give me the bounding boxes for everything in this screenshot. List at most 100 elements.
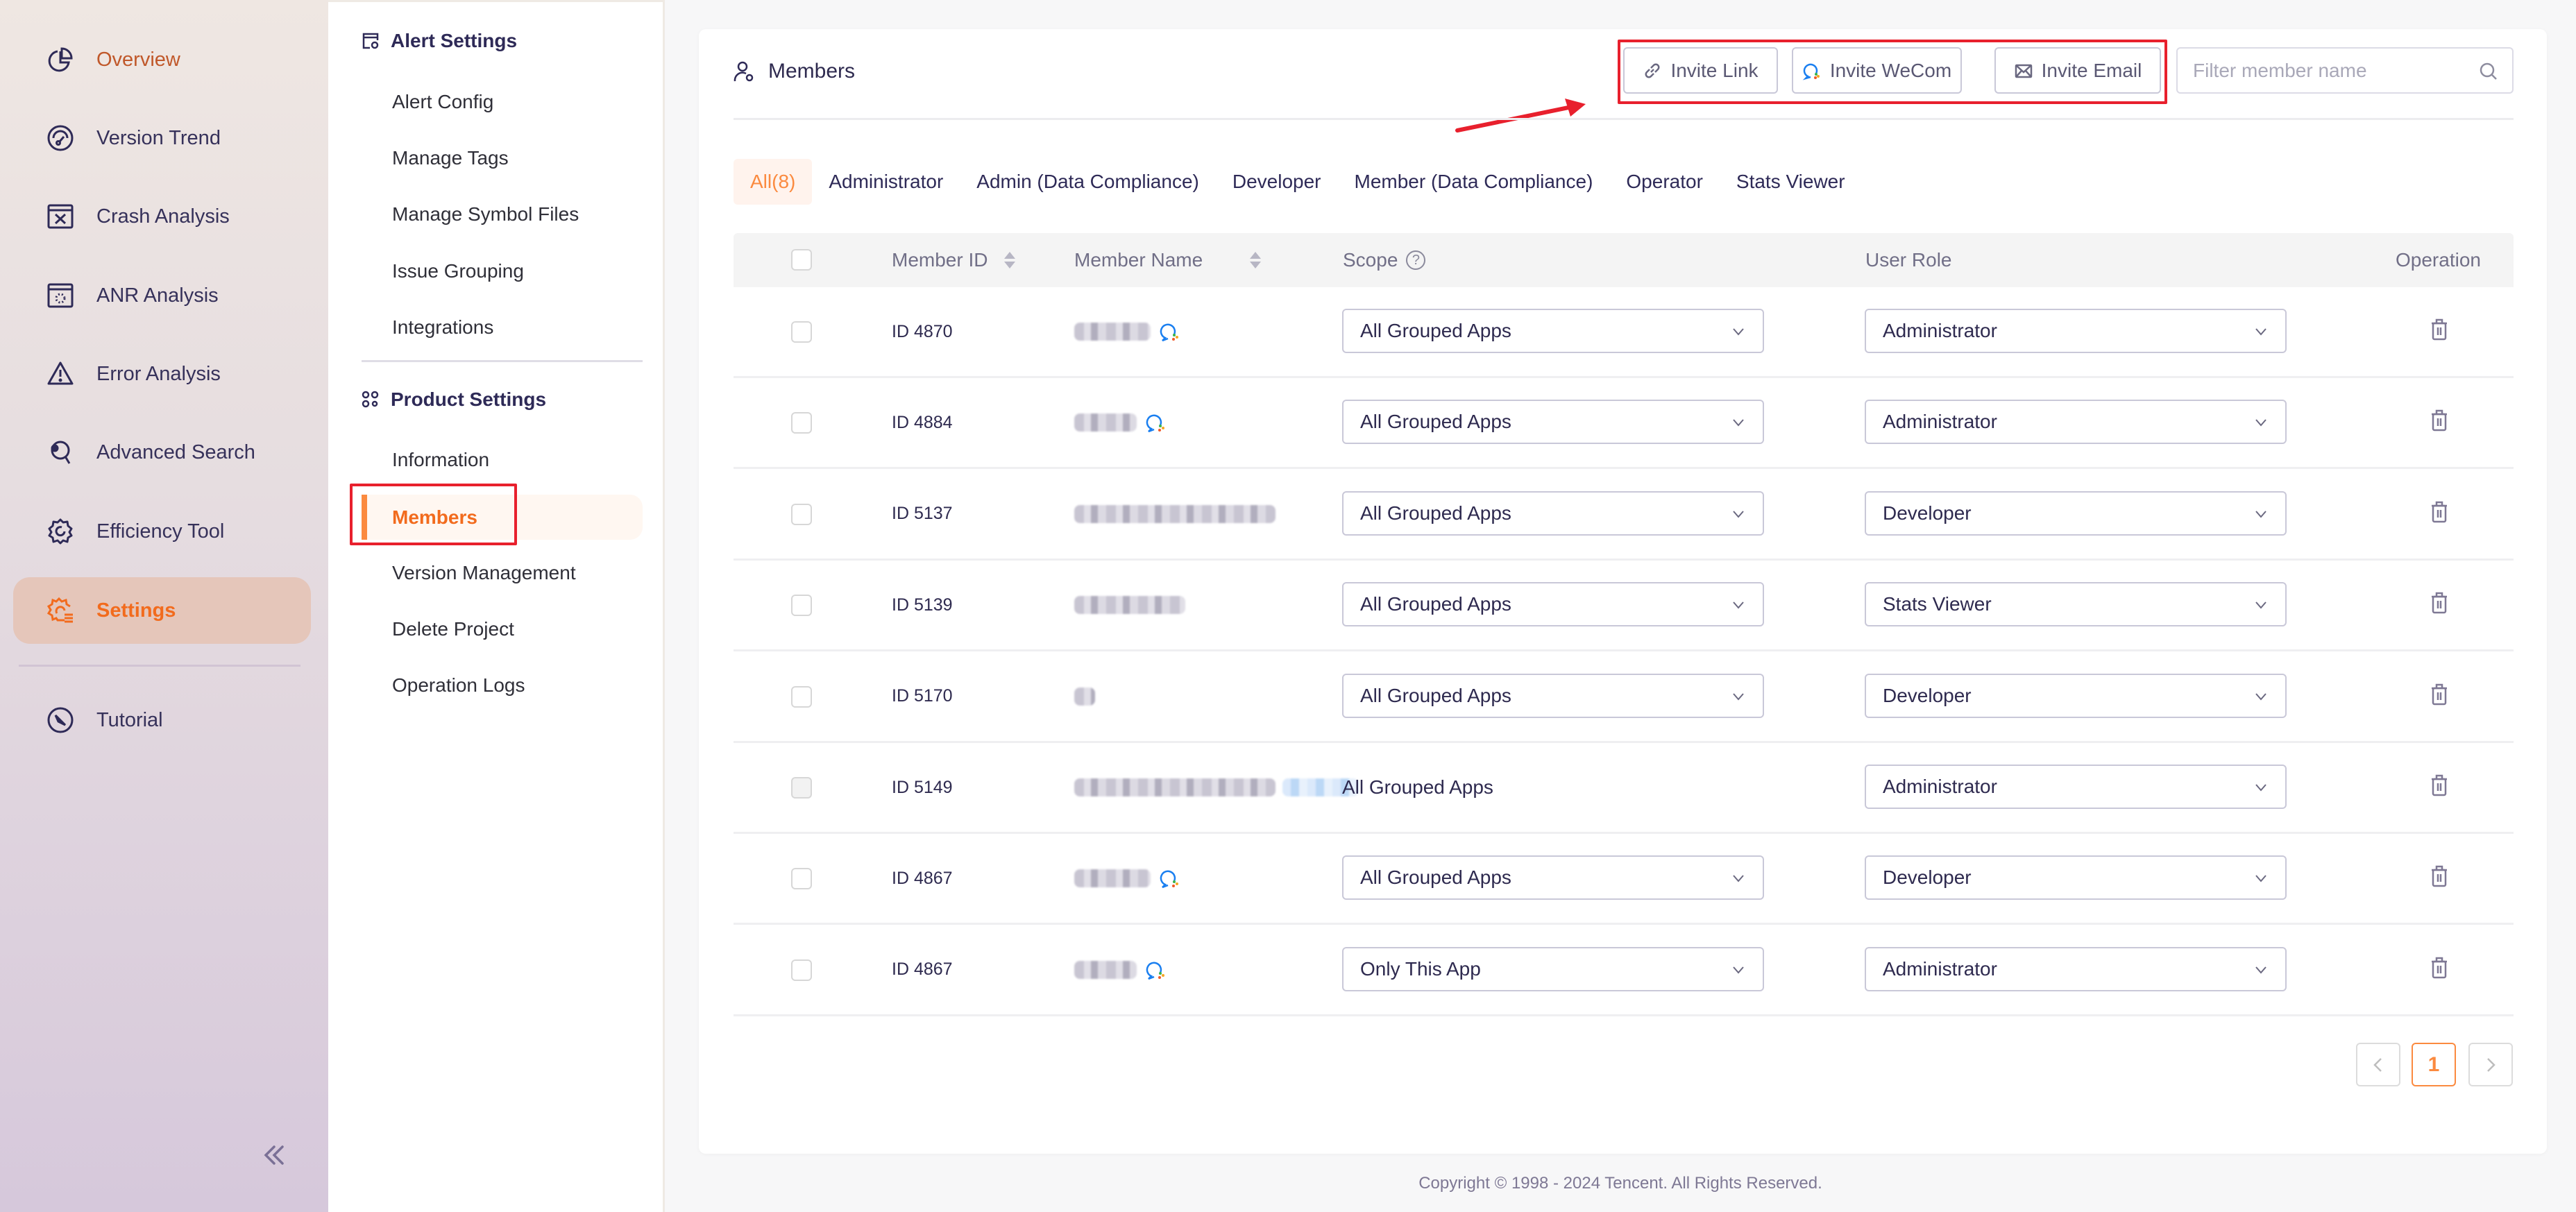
table-header: Member ID Member Name Scope ? User Role …: [734, 233, 2514, 287]
page-button-1[interactable]: 1: [2412, 1043, 2456, 1086]
role-value: Stats Viewer: [1883, 593, 1992, 615]
nav-item-overview[interactable]: Overview: [13, 26, 311, 93]
invite-wecom-button[interactable]: Invite WeCom: [1792, 47, 1962, 94]
subnav-item-manage-tags[interactable]: Manage Tags: [362, 135, 643, 180]
scope-select[interactable]: All Grouped Apps: [1342, 582, 1764, 627]
subnav-item-alert-config[interactable]: Alert Config: [362, 79, 643, 124]
member-name: [1074, 925, 1166, 1014]
nav-item-version-trend[interactable]: Version Trend: [13, 105, 311, 171]
tab-admin-data-compliance[interactable]: Admin (Data Compliance): [960, 159, 1216, 205]
scope-select[interactable]: All Grouped Apps: [1342, 673, 1764, 718]
collapse-sidebar-button[interactable]: [260, 1141, 288, 1169]
subnav-item-version-management[interactable]: Version Management: [362, 550, 643, 595]
tab-developer[interactable]: Developer: [1216, 159, 1338, 205]
invite-link-button[interactable]: Invite Link: [1623, 47, 1778, 94]
row-checkbox[interactable]: [791, 503, 812, 525]
column-scope: Scope ?: [1343, 233, 1426, 287]
pie-chart-icon: [45, 44, 76, 75]
subnav-item-manage-symbol-files[interactable]: Manage Symbol Files: [362, 191, 643, 237]
nav-item-tutorial[interactable]: Tutorial: [13, 687, 311, 753]
main-nav: Overview Version Trend Crash Analysis AN…: [0, 0, 328, 1212]
row-checkbox[interactable]: [791, 595, 812, 617]
role-select[interactable]: Developer: [1865, 673, 2287, 718]
row-checkbox[interactable]: [791, 321, 812, 343]
gear-list-icon: [45, 595, 76, 626]
role-select[interactable]: Administrator: [1865, 309, 2287, 353]
nav-label: Tutorial: [96, 708, 163, 731]
tab-operator[interactable]: Operator: [1609, 159, 1720, 205]
delete-icon[interactable]: [2430, 591, 2449, 615]
scope-select[interactable]: All Grouped Apps: [1342, 855, 1764, 901]
column-user-role: User Role: [1865, 233, 1951, 287]
member-name: [1074, 652, 1095, 741]
nav-item-advanced-search[interactable]: Advanced Search: [13, 419, 311, 486]
role-select[interactable]: Administrator: [1865, 946, 2287, 991]
select-all-checkbox[interactable]: [791, 249, 812, 271]
sort-icon[interactable]: [1004, 252, 1016, 268]
subnav-item-information[interactable]: Information: [362, 437, 643, 482]
role-select[interactable]: Developer: [1865, 855, 2287, 901]
help-icon[interactable]: ?: [1406, 250, 1426, 270]
nav-item-anr-analysis[interactable]: ANR Analysis: [13, 262, 311, 329]
tab-administrator[interactable]: Administrator: [812, 159, 960, 205]
scope-select[interactable]: All Grouped Apps: [1342, 309, 1764, 353]
product-settings-heading: Product Settings: [362, 389, 546, 411]
row-checkbox[interactable]: [791, 685, 812, 708]
nav-item-efficiency-tool[interactable]: Efficiency Tool: [13, 498, 311, 565]
chevron-down-icon: [1733, 692, 1744, 701]
subnav-divider: [362, 360, 643, 362]
row-checkbox[interactable]: [791, 868, 812, 890]
delete-icon[interactable]: [2430, 774, 2449, 797]
role-select[interactable]: Administrator: [1865, 400, 2287, 445]
subnav-item-operation-logs[interactable]: Operation Logs: [362, 663, 643, 708]
nav-label: Advanced Search: [96, 441, 255, 463]
member-name: [1074, 470, 1276, 558]
nav-item-settings[interactable]: Settings: [13, 577, 311, 644]
table-row: ID 5149 All Grouped Apps Administrator: [734, 743, 2514, 834]
page-title: Members: [734, 60, 855, 83]
role-select[interactable]: Developer: [1865, 490, 2287, 536]
next-page-button[interactable]: [2468, 1043, 2513, 1086]
member-name-blurred: [1074, 323, 1151, 341]
nav-item-error-analysis[interactable]: Error Analysis: [13, 341, 311, 407]
table-row: ID 4867 Only This App Administrator: [734, 925, 2514, 1016]
row-checkbox: [791, 777, 812, 799]
alert-settings-heading: Alert Settings: [362, 30, 517, 52]
scope-value: All Grouped Apps: [1342, 776, 1493, 798]
member-name-blurred: [1074, 413, 1137, 432]
delete-icon[interactable]: [2430, 956, 2449, 980]
scope-select[interactable]: All Grouped Apps: [1342, 400, 1764, 445]
chevron-down-icon: [2255, 966, 2266, 974]
tab-all[interactable]: All(8): [734, 159, 813, 205]
subnav-item-integrations[interactable]: Integrations: [362, 305, 643, 350]
scope-select[interactable]: All Grouped Apps: [1342, 490, 1764, 536]
prev-page-button[interactable]: [2356, 1043, 2400, 1086]
role-select[interactable]: Stats Viewer: [1865, 582, 2287, 627]
subnav-item-delete-project[interactable]: Delete Project: [362, 606, 643, 651]
member-search-input[interactable]: [2193, 59, 2471, 82]
column-member-id: Member ID: [892, 233, 1016, 287]
delete-icon[interactable]: [2430, 683, 2449, 706]
row-checkbox[interactable]: [791, 412, 812, 434]
subnav-item-issue-grouping[interactable]: Issue Grouping: [362, 248, 643, 293]
settings-subnav: Alert Settings Alert Config Manage Tags …: [328, 0, 665, 1212]
delete-icon[interactable]: [2430, 864, 2449, 888]
role-select[interactable]: Administrator: [1865, 765, 2287, 809]
page-title-text: Members: [768, 60, 856, 83]
nav-item-crash-analysis[interactable]: Crash Analysis: [13, 183, 311, 250]
row-checkbox[interactable]: [791, 959, 812, 981]
window-x-icon: [45, 201, 76, 232]
delete-icon[interactable]: [2430, 409, 2449, 432]
delete-icon[interactable]: [2430, 500, 2449, 524]
delete-icon[interactable]: [2430, 318, 2449, 341]
tab-member-data-compliance[interactable]: Member (Data Compliance): [1338, 159, 1610, 205]
member-id: ID 4884: [892, 412, 953, 432]
scope-select[interactable]: Only This App: [1342, 946, 1764, 991]
search-icon[interactable]: [2479, 62, 2498, 81]
sort-icon[interactable]: [1250, 252, 1262, 268]
tab-stats-viewer[interactable]: Stats Viewer: [1720, 159, 1862, 205]
invite-email-button[interactable]: Invite Email: [1994, 47, 2161, 94]
subnav-item-members[interactable]: Members: [362, 495, 643, 540]
member-search[interactable]: [2176, 47, 2514, 94]
window-loading-icon: [45, 280, 76, 311]
